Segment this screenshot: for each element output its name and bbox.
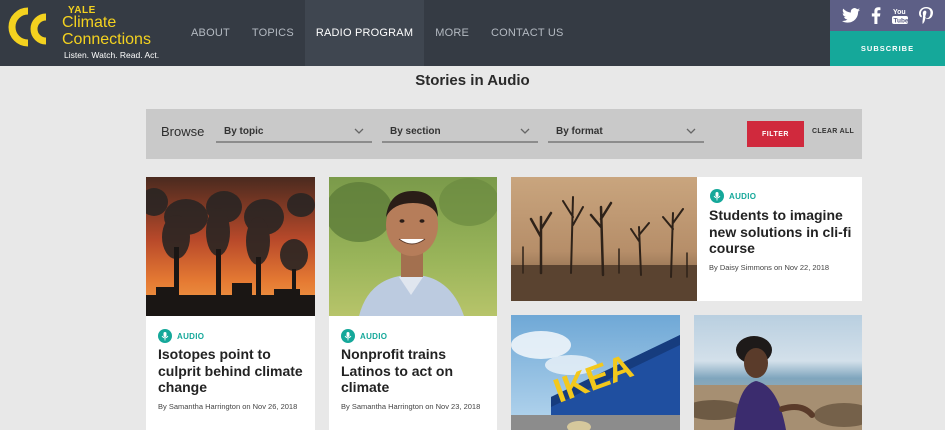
nav-topics[interactable]: TOPICS: [241, 0, 305, 66]
nav-about[interactable]: ABOUT: [180, 0, 241, 66]
svg-text:You: You: [893, 9, 906, 16]
youtube-icon[interactable]: You Tube: [892, 7, 909, 25]
story-title-line: climate: [341, 379, 390, 395]
audio-badge-label: AUDIO: [177, 331, 205, 341]
story-image-drought-trees[interactable]: [511, 177, 697, 301]
logo-tagline: Listen. Watch. Read. Act.: [64, 50, 160, 60]
audio-badge: AUDIO: [158, 329, 204, 343]
story-card-cli-fi[interactable]: AUDIO Students to imagine new solutions …: [511, 177, 862, 301]
nav-more[interactable]: MORE: [424, 0, 480, 66]
story-byline: By Samantha Harrington on Nov 26, 2018: [158, 402, 298, 411]
browse-label: Browse: [161, 124, 205, 139]
social-links: You Tube: [830, 0, 945, 31]
section-dropdown[interactable]: By section: [382, 123, 538, 143]
story-image-ikea-sign[interactable]: IKEA: [511, 315, 680, 430]
story-title-line: change: [158, 379, 208, 395]
chevron-down-icon: [520, 128, 530, 134]
svg-text:Tube: Tube: [894, 17, 909, 24]
clear-all-button[interactable]: CLEAR ALL: [812, 128, 854, 135]
story-title[interactable]: Nonprofit trains Latinos to act on clima…: [341, 346, 453, 396]
story-title-line: course: [709, 240, 755, 256]
story-title-line: Latinos to act on: [341, 362, 453, 379]
microphone-icon: [710, 189, 724, 203]
page-title: Stories in Audio: [415, 72, 530, 89]
story-title-line: new solutions in cli-fi: [709, 223, 852, 240]
twitter-icon[interactable]: [841, 8, 860, 23]
story-title-line: Isotopes point to: [158, 346, 271, 362]
topic-dropdown-label: By topic: [224, 126, 264, 137]
main-nav: ABOUT TOPICS RADIO PROGRAM MORE CONTACT …: [180, 0, 575, 66]
chevron-down-icon: [354, 128, 364, 134]
topic-dropdown[interactable]: By topic: [216, 123, 372, 143]
chevron-down-icon: [686, 128, 696, 134]
story-byline: By Samantha Harrington on Nov 23, 2018: [341, 402, 481, 411]
logo-title-line1: Climate: [62, 14, 117, 31]
subscribe-button[interactable]: SUBSCRIBE: [830, 31, 945, 66]
audio-badge-label: AUDIO: [360, 331, 388, 341]
pinterest-icon[interactable]: [919, 6, 934, 25]
logo-mark-icon: [8, 7, 47, 47]
story-image-smokestacks[interactable]: [146, 177, 315, 316]
nav-contact-us[interactable]: CONTACT US: [480, 0, 575, 66]
nav-radio-program[interactable]: RADIO PROGRAM: [304, 0, 425, 66]
story-card-ikea[interactable]: IKEA: [511, 315, 680, 430]
story-card-isotopes[interactable]: AUDIO Isotopes point to culprit behind c…: [146, 177, 315, 430]
section-dropdown-label: By section: [390, 126, 441, 137]
story-title-line: Students to imagine: [709, 207, 843, 223]
facebook-icon[interactable]: [871, 7, 881, 24]
story-byline: By Daisy Simmons on Nov 22, 2018: [709, 263, 830, 272]
logo-title-line2: Connections: [62, 31, 151, 48]
story-title-line: Nonprofit trains: [341, 346, 446, 362]
audio-badge: AUDIO: [710, 189, 756, 203]
story-card-beach[interactable]: [694, 315, 862, 430]
audio-badge-label: AUDIO: [729, 191, 757, 201]
site-logo[interactable]: YALE Climate Connections Listen. Watch. …: [6, 3, 176, 63]
site-header: YALE Climate Connections Listen. Watch. …: [0, 0, 945, 66]
story-title[interactable]: Isotopes point to culprit behind climate…: [158, 346, 303, 396]
story-image-beach-woman[interactable]: [694, 315, 862, 430]
audio-badge: AUDIO: [341, 329, 387, 343]
microphone-icon: [341, 329, 355, 343]
microphone-icon: [158, 329, 172, 343]
filter-button[interactable]: FILTER: [747, 121, 804, 147]
filter-bar: Browse By topic By section By format FIL…: [146, 109, 862, 159]
story-card-nonprofit[interactable]: AUDIO Nonprofit trains Latinos to act on…: [329, 177, 497, 430]
story-image-man-portrait[interactable]: [329, 177, 497, 316]
format-dropdown[interactable]: By format: [548, 123, 704, 143]
story-title[interactable]: Students to imagine new solutions in cli…: [709, 207, 851, 257]
story-title-line: culprit behind climate: [158, 362, 303, 379]
format-dropdown-label: By format: [556, 126, 603, 137]
